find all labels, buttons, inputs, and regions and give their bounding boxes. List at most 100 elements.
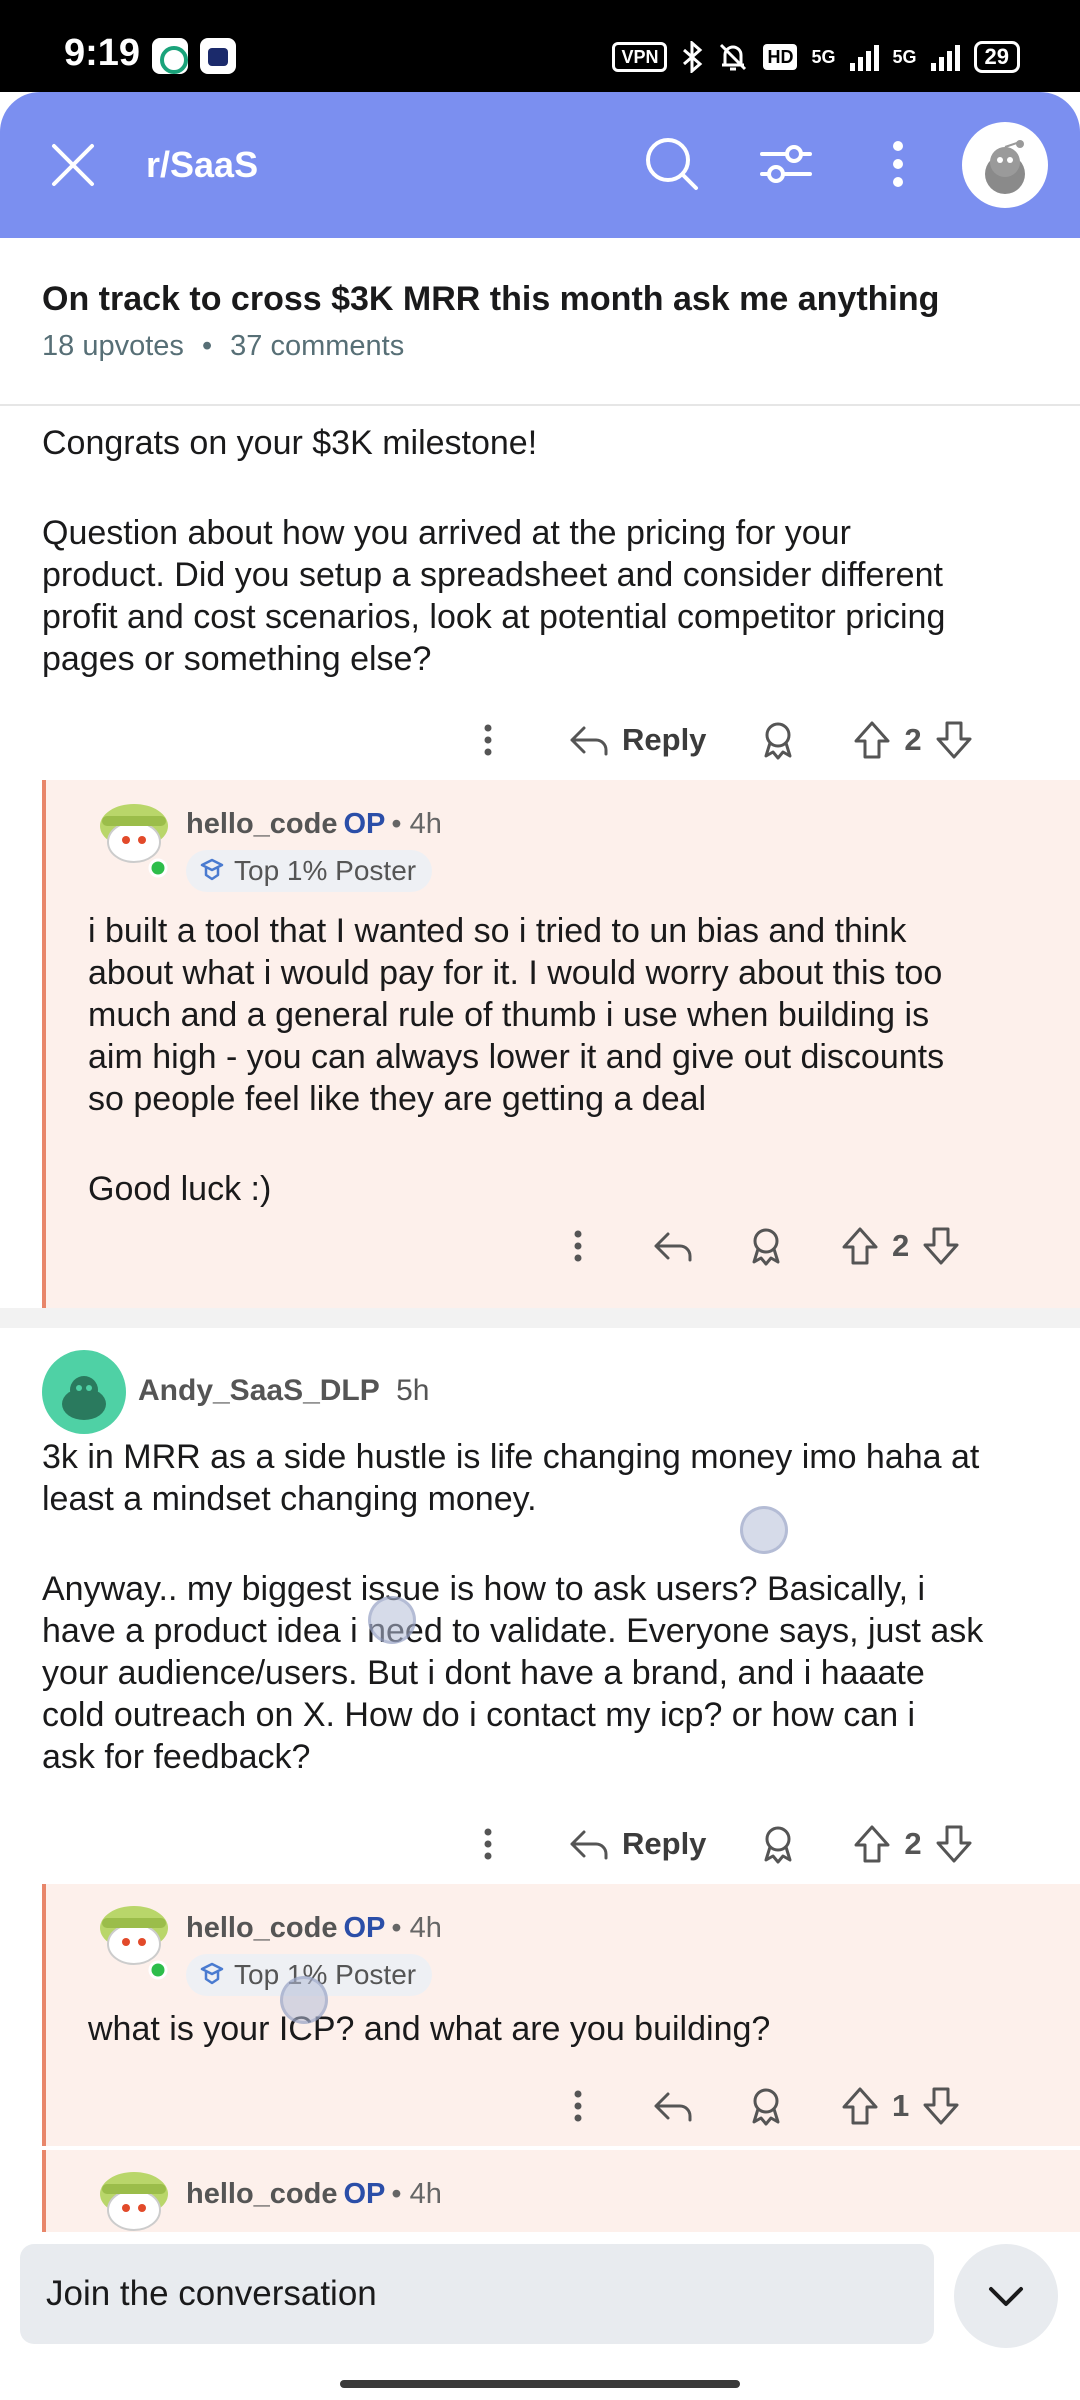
comment-thread[interactable]: Congrats on your $3K milestone! Question… [0, 406, 1080, 2232]
app-notification-icon [152, 38, 188, 74]
upvote-icon[interactable] [838, 1224, 882, 1268]
comment-line: so people feel like they are getting a d… [88, 1080, 707, 1118]
comment-line: ask for feedback? [42, 1738, 311, 1776]
post-title[interactable]: On track to cross $3K MRR this month ask… [42, 280, 1042, 319]
downvote-icon[interactable] [932, 1822, 976, 1866]
comment-line: about what i would pay for it. I would w… [88, 954, 943, 992]
touch-indicator [368, 1596, 416, 1644]
user-avatar [100, 1906, 168, 1980]
comment-line [42, 464, 1042, 512]
downvote-icon[interactable] [919, 1224, 963, 1268]
flair-label: Top 1% Poster [234, 855, 417, 886]
op-badge: OP [343, 808, 386, 840]
comment-body: Congrats on your $3K milestone! Question… [42, 422, 1042, 680]
user-flair: Top 1% Poster [186, 850, 433, 892]
post-meta: 18 upvotes • 37 comments [42, 330, 404, 363]
user-avatar [100, 2172, 168, 2231]
username[interactable]: Andy_SaaS_DLP [138, 1374, 380, 1407]
meta-separator: • [201, 330, 213, 362]
reply-actions: 2 [550, 1216, 963, 1276]
reply-comment[interactable]: hello_code OP • 4h Top 1% Poster what is y… [42, 1884, 1080, 2146]
upvote-icon[interactable] [838, 2084, 882, 2128]
search-icon[interactable] [640, 132, 704, 196]
comment-line: much and a general rule of thumb i use w… [88, 996, 930, 1034]
vote-score: 2 [904, 1826, 922, 1861]
flair-badge-icon [200, 858, 224, 881]
vote-score: 2 [892, 1228, 910, 1263]
more-icon[interactable] [866, 132, 930, 196]
thread-divider [0, 1308, 1080, 1328]
subreddit-name[interactable]: r/SaaS [146, 144, 258, 186]
composer-bar: Join the conversation [0, 2232, 1080, 2400]
award-icon[interactable] [756, 1822, 800, 1866]
reply-icon [570, 726, 608, 756]
comment-line: 3k in MRR as a side hustle is life chang… [42, 1438, 980, 1476]
upvote-icon[interactable] [850, 718, 894, 762]
reply-icon[interactable] [650, 2084, 694, 2128]
signal-icon [930, 43, 960, 71]
network-label: 5G [892, 46, 917, 67]
award-icon[interactable] [744, 1224, 788, 1268]
vote-score: 2 [904, 722, 922, 757]
mute-bell-icon [720, 43, 747, 71]
reply-comment[interactable]: hello_code OP • 4h [42, 2150, 1080, 2232]
more-options-icon[interactable] [460, 718, 516, 762]
close-icon[interactable] [48, 140, 98, 190]
comment-line: product. Did you setup a spreadsheet and… [42, 556, 943, 594]
battery-icon: 29 [973, 41, 1020, 73]
reply-header: hello_code OP • 4h [186, 1912, 442, 1945]
comment-line: least a mindset changing money. [42, 1480, 537, 1518]
app-notification-icon [200, 38, 236, 74]
comment-age: • 4h [391, 808, 442, 840]
op-badge: OP [343, 2178, 386, 2210]
downvote-icon[interactable] [932, 718, 976, 762]
award-icon[interactable] [744, 2084, 788, 2128]
downvote-icon[interactable] [919, 2084, 963, 2128]
username[interactable]: hello_code [186, 1912, 338, 1944]
username[interactable]: hello_code [186, 2178, 338, 2210]
comment-body: 3k in MRR as a side hustle is life chang… [42, 1436, 1052, 1778]
collapse-button[interactable] [954, 2244, 1058, 2348]
reply-label: Reply [622, 1826, 707, 1861]
gesture-handle [340, 2380, 740, 2388]
status-bar: 9:19 VPN HD 5G 5G 29 [0, 0, 1080, 92]
comment-line [88, 1120, 1068, 1168]
touch-indicator [280, 1976, 328, 2024]
more-options-icon[interactable] [550, 2084, 606, 2128]
comment-line: Congrats on your $3K milestone! [42, 424, 538, 462]
comment-line: cold outreach on X. How do i contact my … [42, 1696, 916, 1734]
op-badge: OP [343, 1912, 386, 1944]
comment-line: pages or something else? [42, 640, 432, 678]
reply-button[interactable]: Reply [566, 718, 706, 762]
comment-count: 37 comments [230, 330, 405, 362]
comment-line: your audience/users. But i dont have a b… [42, 1654, 925, 1692]
join-conversation-input[interactable]: Join the conversation [20, 2244, 934, 2344]
vpn-icon: VPN [612, 42, 668, 72]
reply-comment[interactable]: hello_code OP • 4h Top 1% Poster i built a… [42, 780, 1080, 1308]
hd-icon: HD [763, 44, 798, 70]
app-bar: r/SaaS [0, 92, 1080, 238]
snoo-avatar-icon [985, 140, 1025, 194]
comment-line: aim high - you can always lower it and g… [88, 1038, 945, 1076]
comment-line: Anyway.. my biggest issue is how to ask … [42, 1570, 926, 1608]
more-options-icon[interactable] [460, 1822, 516, 1866]
reply-icon[interactable] [650, 1224, 694, 1268]
avatar[interactable] [962, 122, 1048, 208]
upvote-icon[interactable] [850, 1822, 894, 1866]
comment-age: • 4h [391, 1912, 442, 1944]
comment-actions: Reply 2 [460, 1814, 976, 1874]
reply-header: hello_code OP • 4h [186, 808, 442, 841]
more-options-icon[interactable] [550, 1224, 606, 1268]
user-avatar[interactable] [42, 1350, 126, 1434]
reply-header: hello_code OP • 4h [186, 2178, 442, 2211]
reply-body: what is your ICP? and what are you build… [88, 2010, 771, 2048]
comment-line: Question about how you arrived at the pr… [42, 514, 851, 552]
signal-icon [849, 43, 879, 71]
post-header: On track to cross $3K MRR this month ask… [0, 238, 1080, 406]
comment-header: Andy_SaaS_DLP 5h [138, 1374, 429, 1408]
reply-button[interactable]: Reply [566, 1822, 706, 1866]
filter-icon[interactable] [754, 132, 818, 196]
flair-label: Top 1% Poster [234, 1959, 417, 1990]
award-icon[interactable] [756, 718, 800, 762]
username[interactable]: hello_code [186, 808, 338, 840]
